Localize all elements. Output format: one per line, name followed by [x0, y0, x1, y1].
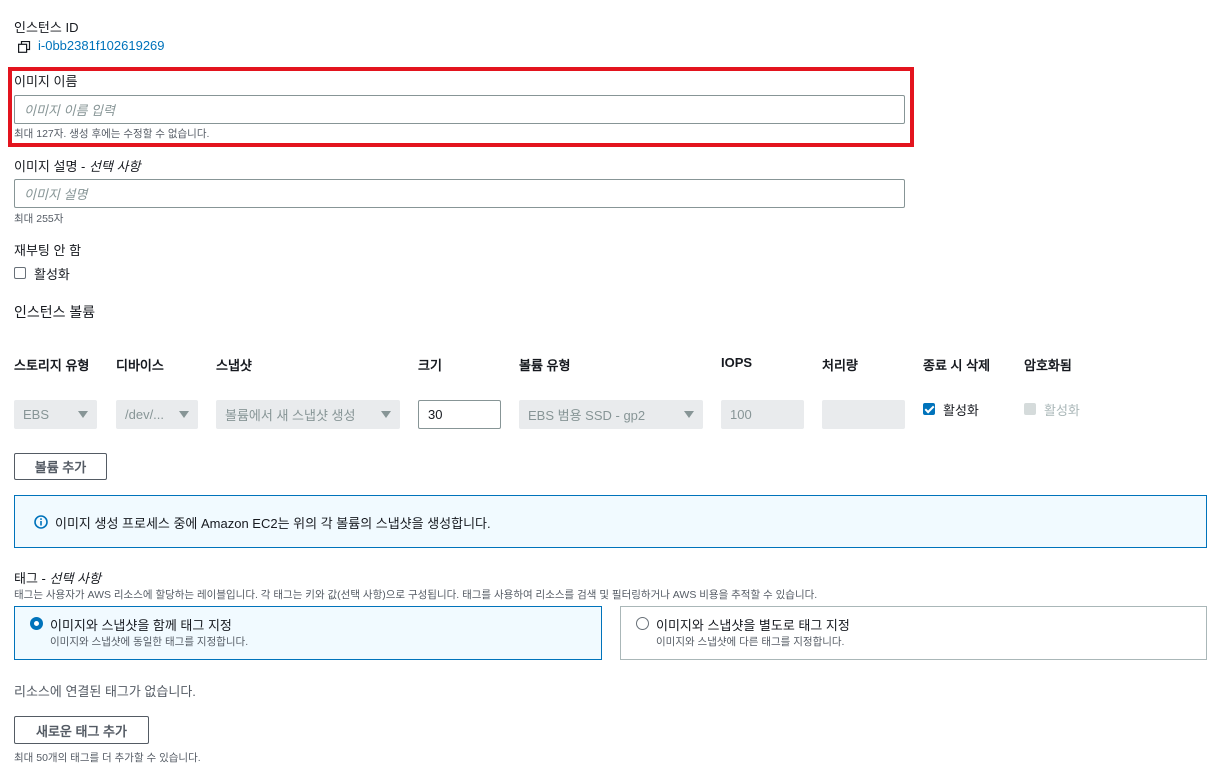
snapshot-value: 볼륨에서 새 스냅샷 생성 — [225, 408, 356, 423]
tag-together-radio[interactable] — [30, 617, 43, 630]
snapshot-select: 볼륨에서 새 스냅샷 생성 — [216, 400, 400, 429]
header-delete-on-termination: 종료 시 삭제 — [923, 358, 991, 373]
add-tag-button[interactable]: 새로운 태그 추가 — [14, 716, 149, 744]
delete-on-termination-label[interactable]: 활성화 — [943, 400, 979, 419]
volume-type-value: EBS 범용 SSD - gp2 — [528, 408, 646, 423]
encrypted-label: 활성화 — [1044, 403, 1080, 418]
delete-on-termination-checkbox[interactable] — [923, 403, 935, 415]
volumes-section-title: 인스턴스 볼륨 — [14, 304, 96, 320]
tags-description: 태그는 사용자가 AWS 리소스에 할당하는 레이블입니다. 각 태그는 키와 … — [14, 589, 818, 601]
storage-type-select: EBS — [14, 400, 97, 429]
image-name-label: 이미지 이름 — [14, 74, 78, 89]
chevron-down-icon — [381, 411, 391, 418]
tags-label: 태그 - 선택 사항 — [14, 571, 101, 586]
tag-together-title: 이미지와 스냅샷을 함께 태그 지정 — [50, 618, 232, 633]
instance-id-link[interactable]: i-0bb2381f102619269 — [38, 38, 165, 53]
device-select: /dev/... — [116, 400, 198, 429]
header-iops: IOPS — [721, 355, 753, 370]
size-input[interactable]: 30 — [418, 400, 501, 429]
instance-id-label: 인스턴스 ID — [14, 20, 79, 35]
header-device: 디바이스 — [116, 358, 164, 373]
chevron-down-icon — [684, 411, 694, 418]
iops-input: 100 — [721, 400, 804, 429]
radio-card-tag-together[interactable]: 이미지와 스냅샷을 함께 태그 지정 이미지와 스냅샷에 동일한 태그를 지정합… — [14, 606, 602, 660]
image-description-input[interactable]: 이미지 설명 — [14, 179, 905, 208]
header-volume-type: 볼륨 유형 — [519, 358, 571, 373]
no-reboot-checkbox[interactable] — [14, 267, 26, 279]
volume-type-select: EBS 범용 SSD - gp2 — [519, 400, 703, 429]
header-size: 크기 — [418, 358, 442, 373]
image-description-label: 이미지 설명 - 선택 사항 — [14, 159, 141, 174]
iops-value: 100 — [730, 407, 752, 422]
no-tags-message: 리소스에 연결된 태그가 없습니다. — [14, 684, 196, 699]
header-encrypted: 암호화됨 — [1024, 358, 1072, 373]
tag-separately-desc: 이미지와 스냅샷에 다른 태그를 지정합니다. — [656, 636, 845, 648]
chevron-down-icon — [179, 411, 189, 418]
storage-type-value: EBS — [23, 407, 50, 422]
tag-separately-title: 이미지와 스냅샷을 별도로 태그 지정 — [656, 618, 850, 633]
tags-limit-hint: 최대 50개의 태그를 더 추가할 수 있습니다. — [14, 752, 201, 764]
throughput-input — [822, 400, 905, 429]
tag-together-desc: 이미지와 스냅샷에 동일한 태그를 지정합니다. — [50, 636, 249, 648]
no-reboot-checkbox-label[interactable]: 활성화 — [34, 264, 70, 283]
no-reboot-label: 재부팅 안 함 — [14, 243, 82, 258]
tag-separately-radio[interactable] — [636, 617, 649, 630]
encrypted-checkbox — [1024, 403, 1036, 415]
image-name-input[interactable]: 이미지 이름 입력 — [14, 95, 905, 124]
image-name-hint: 최대 127자. 생성 후에는 수정할 수 없습니다. — [14, 128, 210, 140]
radio-card-tag-separately[interactable]: 이미지와 스냅샷을 별도로 태그 지정 이미지와 스냅샷에 다른 태그를 지정합… — [620, 606, 1207, 660]
copy-icon[interactable] — [18, 40, 31, 53]
info-alert: 이미지 생성 프로세스 중에 Amazon EC2는 위의 각 볼륨의 스냅샷을… — [14, 495, 1207, 548]
header-throughput: 처리량 — [822, 358, 858, 373]
add-volume-button[interactable]: 볼륨 추가 — [14, 453, 107, 480]
image-description-hint: 최대 255자 — [14, 213, 64, 225]
device-value: /dev/... — [125, 407, 165, 422]
info-message: 이미지 생성 프로세스 중에 Amazon EC2는 위의 각 볼륨의 스냅샷을… — [55, 516, 491, 531]
info-icon — [34, 515, 48, 529]
chevron-down-icon — [78, 411, 88, 418]
header-snapshot: 스냅샷 — [216, 358, 252, 373]
header-storage-type: 스토리지 유형 — [14, 358, 90, 373]
